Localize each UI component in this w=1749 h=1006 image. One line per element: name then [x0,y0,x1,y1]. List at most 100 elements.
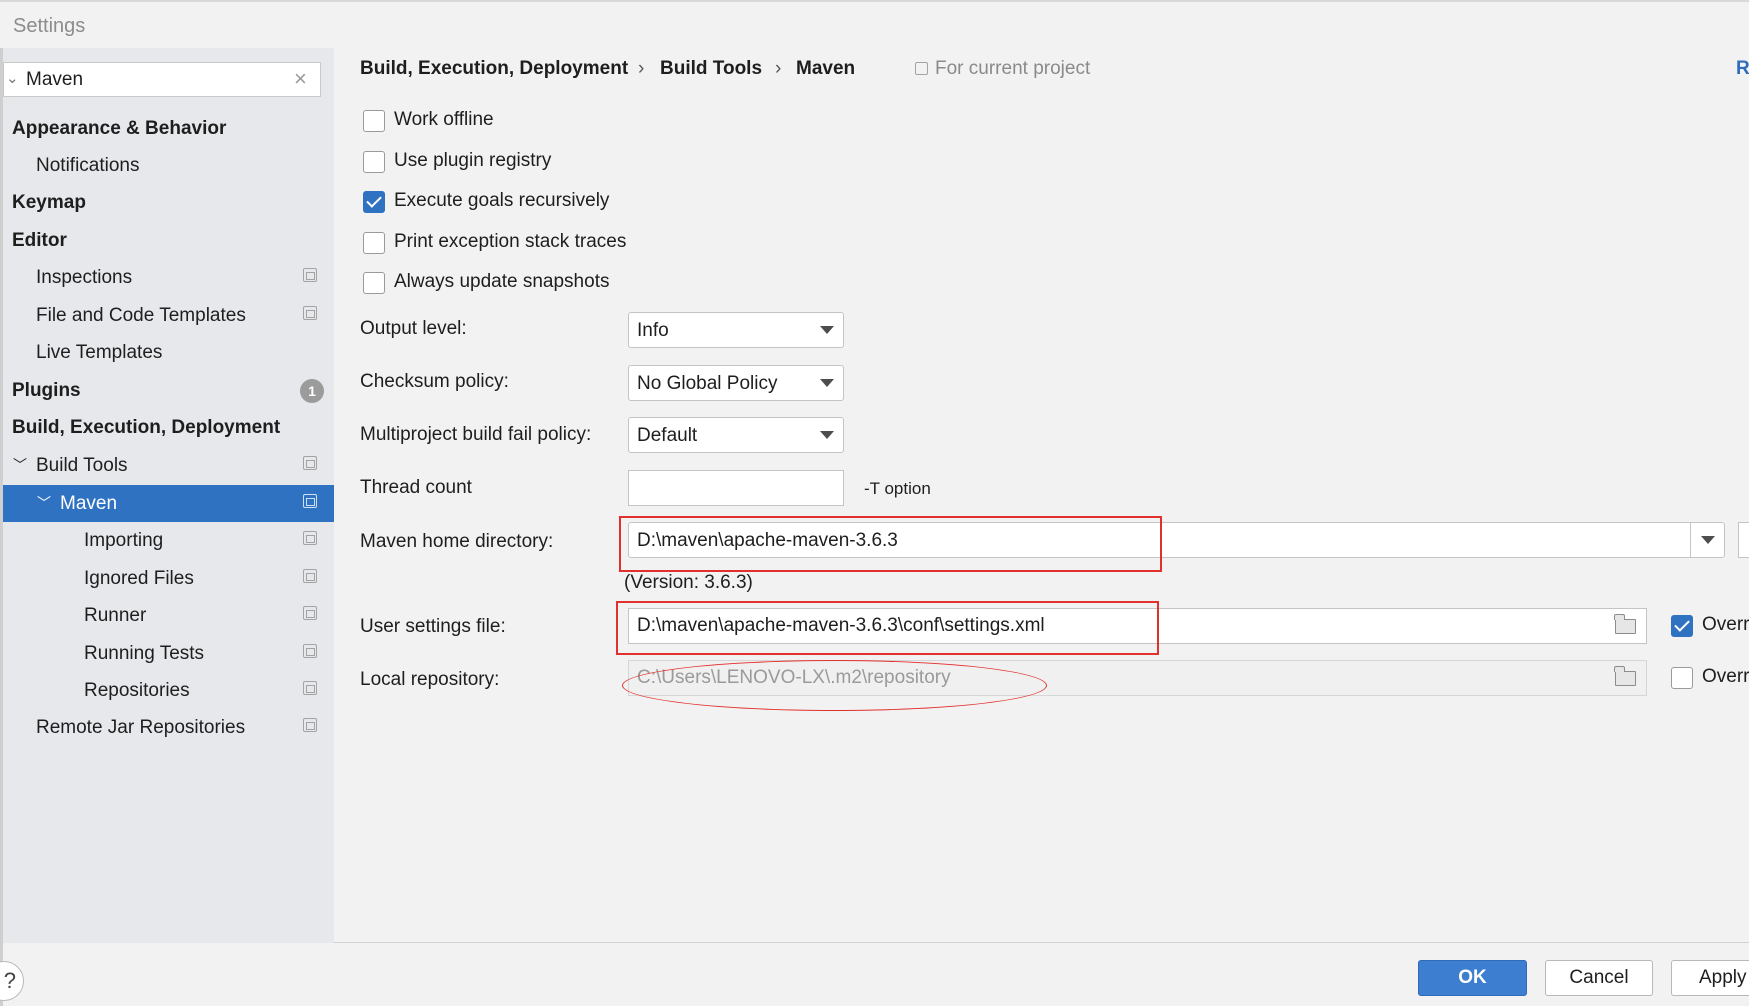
output-level-select[interactable]: Info [628,312,844,348]
breadcrumb-item-maven: Maven [796,58,856,79]
checksum-policy-label: Checksum policy: [360,371,509,392]
local-repo-override-label: Overr [1702,666,1749,687]
project-scope-icon [915,62,928,75]
sidebar-item-running-tests[interactable]: Running Tests [3,635,334,672]
project-scope-icon [303,718,317,732]
work-offline-label: Work offline [394,109,494,130]
print-stack-traces-checkbox[interactable] [363,232,385,254]
apply-button[interactable]: Apply [1671,960,1749,996]
dropdown-arrow-icon [820,326,834,334]
annotation-highlight-user-settings [616,601,1159,655]
sidebar-item-importing[interactable]: Importing [3,522,334,559]
update-snapshots-checkbox[interactable] [363,272,385,294]
sidebar-item-notifications[interactable]: Notifications [3,147,334,184]
user-settings-override-label: Overr [1702,614,1749,635]
sidebar-item-label: Maven [60,493,118,514]
maven-home-label: Maven home directory: [360,531,554,552]
dropdown-arrow-icon [820,379,834,387]
sidebar-item-label: Live Templates [36,342,163,363]
sidebar-item-build-execution-deployment[interactable]: Build, Execution, Deployment [3,409,334,446]
dropdown-arrow-icon [820,431,834,439]
scope-label: For current project [935,58,1091,79]
output-level-value: Info [637,320,669,341]
sidebar-item-repositories[interactable]: Repositories [3,672,334,709]
sidebar-item-file-code-templates[interactable]: File and Code Templates [3,297,334,334]
work-offline-checkbox[interactable] [363,110,385,132]
local-repo-override-checkbox[interactable] [1671,667,1693,689]
ok-button[interactable]: OK [1418,960,1527,996]
output-level-label: Output level: [360,318,467,339]
sidebar-item-label: Runner [84,605,147,626]
project-scope-icon [303,644,317,658]
project-scope-icon [303,569,317,583]
clear-search-icon[interactable]: × [294,66,307,92]
maven-version-text: (Version: 3.6.3) [624,572,753,593]
window-title: Settings [13,15,86,37]
breadcrumb-item-build-tools[interactable]: Build Tools [660,58,762,80]
thread-count-input[interactable] [628,470,844,506]
sidebar-item-label: Build Tools [36,455,128,476]
user-settings-override-checkbox[interactable] [1671,615,1693,637]
annotation-highlight-maven-home [619,516,1162,572]
project-scope-icon [303,306,317,320]
search-history-icon[interactable]: ⌄ [6,69,19,87]
execute-recursively-checkbox[interactable] [363,191,385,213]
sidebar-item-label: Inspections [36,267,133,288]
sidebar-item-label: Running Tests [84,643,205,664]
sidebar-item-label: Keymap [12,192,86,213]
sidebar-item-keymap[interactable]: Keymap [3,184,334,221]
sidebar-item-ignored-files[interactable]: Ignored Files [3,560,334,597]
sidebar-item-runner[interactable]: Runner [3,597,334,634]
sidebar-item-label: Repositories [84,680,190,701]
update-snapshots-label: Always update snapshots [394,271,610,292]
sidebar-item-appearance-behavior[interactable]: Appearance & Behavior [3,110,334,147]
project-scope-icon [303,531,317,545]
cancel-button[interactable]: Cancel [1545,960,1653,996]
sidebar-item-editor[interactable]: Editor [3,222,334,259]
maven-home-browse-button[interactable] [1738,522,1749,558]
settings-search-box[interactable]: ⌄ × [3,62,321,97]
chevron-down-icon[interactable]: ﹀ [13,447,27,484]
sidebar-item-label: File and Code Templates [36,305,246,326]
sidebar-item-label: Build, Execution, Deployment [12,417,281,438]
folder-icon[interactable] [1614,614,1636,634]
project-scope-icon [303,494,317,508]
settings-search-input[interactable] [26,68,286,92]
fail-policy-value: Default [637,425,698,446]
sidebar-item-label: Notifications [36,155,140,176]
thread-count-label: Thread count [360,477,472,498]
project-scope-icon [303,268,317,282]
sidebar-item-label: Appearance & Behavior [12,118,227,139]
plugins-update-badge: 1 [300,379,324,403]
reset-link[interactable]: R [1736,58,1749,80]
sidebar-item-build-tools[interactable]: ﹀ Build Tools [3,447,334,484]
footer-divider [334,942,1749,943]
chevron-down-icon[interactable]: ﹀ [37,485,51,522]
dropdown-arrow-icon [1701,536,1715,544]
help-button[interactable]: ? [0,961,24,1001]
sidebar-item-plugins[interactable]: Plugins 1 [3,372,334,409]
plugin-registry-label: Use plugin registry [394,150,552,171]
user-settings-label: User settings file: [360,616,506,637]
breadcrumb-separator: › [775,58,782,79]
plugin-registry-checkbox[interactable] [363,151,385,173]
breadcrumb-item-build-execution-deployment[interactable]: Build, Execution, Deployment [360,58,628,80]
help-icon: ? [3,968,16,993]
thread-count-hint: -T option [864,479,931,498]
sidebar-item-label: Importing [84,530,164,551]
fail-policy-label: Multiproject build fail policy: [360,424,592,445]
sidebar-item-maven[interactable]: ﹀ Maven [3,485,334,522]
sidebar-item-live-templates[interactable]: Live Templates [3,334,334,371]
checksum-policy-value: No Global Policy [637,373,778,394]
sidebar-item-inspections[interactable]: Inspections [3,259,334,296]
fail-policy-select[interactable]: Default [628,417,844,453]
project-scope-icon [303,681,317,695]
folder-icon[interactable] [1614,666,1636,686]
project-scope-icon [303,606,317,620]
sidebar-item-remote-jar-repositories[interactable]: Remote Jar Repositories [3,709,334,746]
title-bar: Settings [0,0,1749,48]
scope-indicator: For current project [915,58,1090,80]
checksum-policy-select[interactable]: No Global Policy [628,365,844,401]
dropdown-divider [1690,523,1691,557]
sidebar-item-label: Remote Jar Repositories [36,717,246,738]
